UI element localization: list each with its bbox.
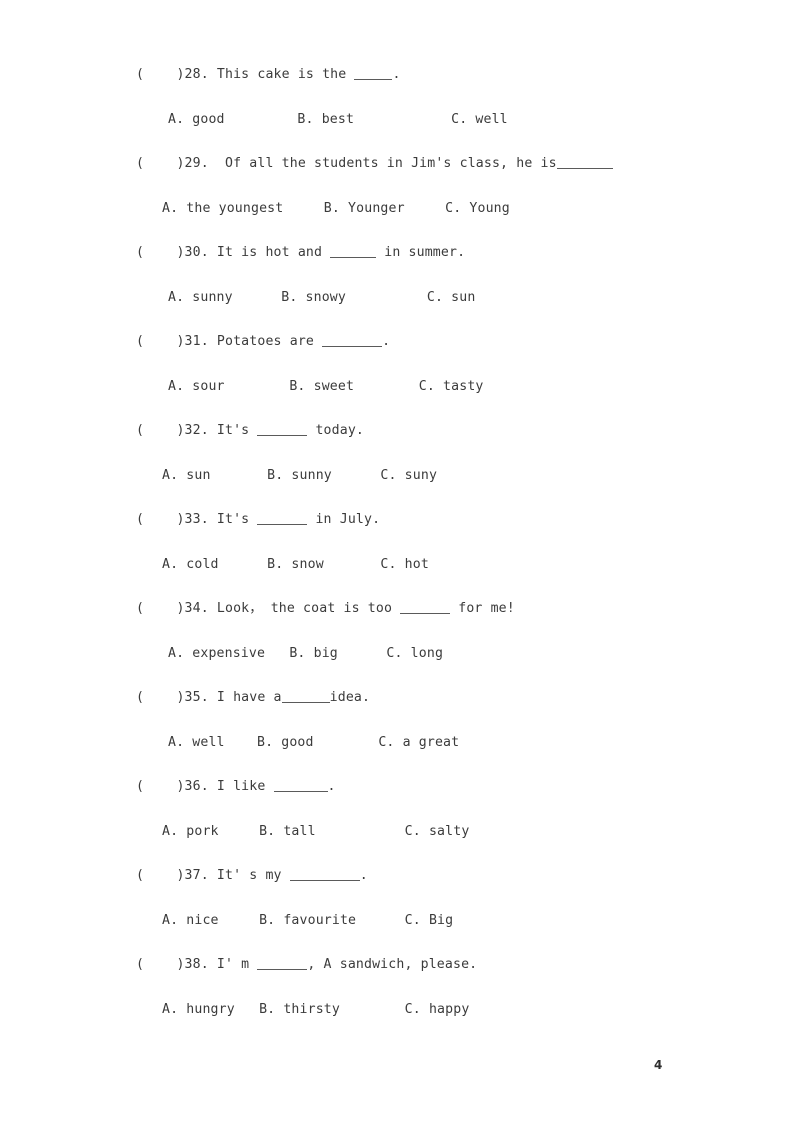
question-stem: ( )35. I have a idea.: [136, 689, 370, 707]
question-number: 38.: [184, 957, 209, 972]
question-number: 34.: [184, 601, 209, 616]
question-text-before-blank: Of all the students in Jim's class, he i…: [208, 156, 557, 171]
answer-blank[interactable]: [257, 423, 308, 437]
page-number: 4: [654, 1058, 663, 1072]
question-text-before-blank: Potatoes are: [208, 334, 323, 349]
question-text-before-blank: It is hot and: [208, 245, 331, 260]
answer-bracket[interactable]: ( ): [136, 689, 185, 707]
answer-bracket[interactable]: ( ): [136, 244, 185, 262]
question-text-after-blank: .: [392, 67, 401, 82]
question-number: 30.: [184, 245, 209, 260]
answer-bracket[interactable]: ( ): [136, 511, 185, 529]
question-text-after-blank: .: [382, 334, 391, 349]
question-text-before-blank: I' m: [208, 957, 258, 972]
question-options[interactable]: A. expensive B. big C. long: [168, 645, 443, 663]
question-options[interactable]: A. sunny B. snowy C. sun: [168, 289, 475, 307]
question-options[interactable]: A. pork B. tall C. salty: [162, 823, 469, 841]
question-text-after-blank: for me!: [450, 601, 515, 616]
question-text-before-blank: Look， the coat is too: [208, 601, 401, 616]
answer-blank[interactable]: [273, 779, 328, 793]
answer-bracket[interactable]: ( ): [136, 422, 185, 440]
question-text-before-blank: It's: [208, 423, 258, 438]
question-stem: ( )30. It is hot and in summer.: [136, 244, 465, 262]
question-options[interactable]: A. sun B. sunny C. suny: [162, 467, 437, 485]
answer-blank[interactable]: [330, 245, 377, 259]
worksheet-body: ( )28. This cake is the . A. good B. best…: [0, 0, 794, 1123]
answer-blank[interactable]: [400, 601, 451, 615]
question-text-before-blank: This cake is the: [208, 67, 355, 82]
question-options[interactable]: A. hungry B. thirsty C. happy: [162, 1001, 469, 1019]
question-number: 29.: [184, 156, 209, 171]
answer-bracket[interactable]: ( ): [136, 778, 185, 796]
question-stem: ( )38. I' m , A sandwich, please.: [136, 956, 477, 974]
answer-bracket[interactable]: ( ): [136, 956, 185, 974]
question-stem: ( )33. It's in July.: [136, 511, 380, 529]
question-text-after-blank: , A sandwich, please.: [307, 957, 478, 972]
answer-bracket[interactable]: ( ): [136, 600, 185, 618]
question-stem: ( )36. I like .: [136, 778, 336, 796]
question-stem: ( )28. This cake is the .: [136, 66, 401, 84]
question-stem: ( )37. It' s my .: [136, 867, 368, 885]
question-text-after-blank: today.: [307, 423, 365, 438]
answer-blank[interactable]: [281, 690, 330, 704]
question-stem: ( )31. Potatoes are .: [136, 333, 390, 351]
answer-blank[interactable]: [257, 512, 308, 526]
answer-blank[interactable]: [354, 67, 393, 81]
question-text-after-blank: in July.: [307, 512, 381, 527]
answer-blank[interactable]: [257, 957, 308, 971]
answer-bracket[interactable]: ( ): [136, 333, 185, 351]
question-stem: ( )34. Look， the coat is too for me!: [136, 600, 515, 618]
question-options[interactable]: A. good B. best C. well: [168, 111, 508, 129]
answer-blank[interactable]: [556, 156, 613, 170]
question-text-after-blank: .: [327, 779, 336, 794]
answer-blank[interactable]: [322, 334, 383, 348]
question-options[interactable]: A. sour B. sweet C. tasty: [168, 378, 484, 396]
question-number: 33.: [184, 512, 209, 527]
question-text-after-blank: idea.: [329, 690, 371, 705]
answer-blank[interactable]: [289, 868, 360, 882]
question-number: 32.: [184, 423, 209, 438]
question-number: 37.: [184, 868, 209, 883]
question-text-after-blank: .: [359, 868, 368, 883]
question-number: 28.: [184, 67, 209, 82]
question-text-before-blank: I like: [208, 779, 274, 794]
question-text-after-blank: in summer.: [376, 245, 466, 260]
question-options[interactable]: A. cold B. snow C. hot: [162, 556, 429, 574]
question-stem: ( )32. It's today.: [136, 422, 364, 440]
worksheet-page: ( )28. This cake is the . A. good B. best…: [0, 0, 794, 1123]
answer-bracket[interactable]: ( ): [136, 155, 185, 173]
question-text-before-blank: It's: [208, 512, 258, 527]
question-text-before-blank: It' s my: [208, 868, 290, 883]
answer-bracket[interactable]: ( ): [136, 66, 185, 84]
question-number: 36.: [184, 779, 209, 794]
question-number: 35.: [184, 690, 209, 705]
question-options[interactable]: A. nice B. favourite C. Big: [162, 912, 453, 930]
question-options[interactable]: A. the youngest B. Younger C. Young: [162, 200, 510, 218]
answer-bracket[interactable]: ( ): [136, 867, 185, 885]
question-options[interactable]: A. well B. good C. a great: [168, 734, 459, 752]
question-number: 31.: [184, 334, 209, 349]
question-stem: ( )29. Of all the students in Jim's clas…: [136, 155, 613, 173]
question-text-before-blank: I have a: [208, 690, 282, 705]
